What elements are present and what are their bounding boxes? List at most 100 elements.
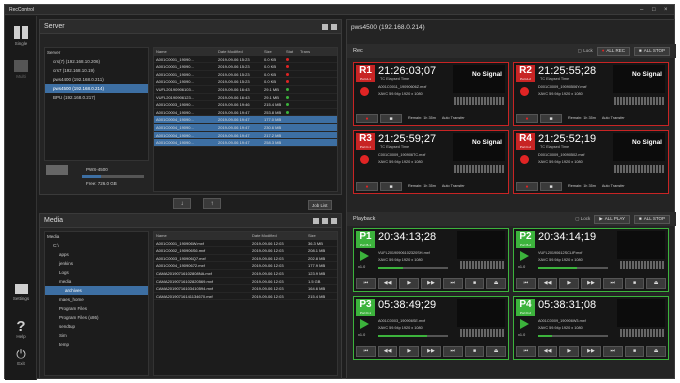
table-row[interactable]: A001C0004_19090... 2019-09-06 19:47 177.0 … <box>154 116 337 124</box>
record-button[interactable] <box>520 155 529 164</box>
new-folder-icon[interactable] <box>313 217 319 224</box>
column-header[interactable]: Name <box>154 232 250 240</box>
elapsed-radio-label[interactable]: Elapsed Time <box>546 77 569 81</box>
table-row[interactable]: A001C0004_19090... 2019-09-06 19:47 217.2 … <box>154 131 337 140</box>
delete-icon[interactable] <box>331 217 337 224</box>
table-row[interactable]: VUFL20190906103... 2019-09-06 16:43 29.1 M… <box>154 86 337 94</box>
prev-button[interactable]: ⏮ <box>356 346 376 357</box>
play-button[interactable]: ▶ <box>559 278 580 289</box>
minimize-icon[interactable]: – <box>640 7 646 13</box>
stop-button[interactable]: ■ <box>624 346 645 357</box>
table-row[interactable]: CAMA20190716103410594.mxf 2019-09-06 12:0… <box>154 285 337 293</box>
all-play-button[interactable]: ▶ ALL PLAY <box>594 214 631 224</box>
delete-icon[interactable] <box>331 23 337 30</box>
nav-multi[interactable]: Multi <box>7 60 35 79</box>
play-button[interactable]: ▶ <box>399 346 420 357</box>
auto-transfer-checkbox[interactable]: Auto Transfer <box>442 116 465 120</box>
table-row[interactable]: A001C0002_190906S6.mxf 2019-09-06 12:03 20… <box>154 247 337 255</box>
record-button[interactable] <box>360 87 369 96</box>
auto-transfer-checkbox[interactable]: Auto Transfer <box>602 184 625 188</box>
rewind-button[interactable]: ◀◀ <box>377 346 398 357</box>
tree-item[interactable]: Program Files (x86) <box>45 313 148 322</box>
nav-help[interactable]: ? Help <box>7 319 35 339</box>
table-row[interactable]: CAMA20190716102808NA.mxf 2019-09-06 12:03… <box>154 270 337 278</box>
column-header[interactable]: Size <box>306 232 336 240</box>
nav-settings[interactable]: Settings <box>7 284 35 301</box>
progress-bar[interactable] <box>538 335 608 337</box>
tree-item[interactable]: media <box>45 277 148 286</box>
table-row[interactable]: A001C0001_19090... 2019-09-06 15:23 0.0 KB <box>154 78 337 86</box>
lock-checkbox[interactable]: ▢ Lock <box>578 48 593 54</box>
elapsed-radio-label[interactable]: Elapsed Time <box>386 77 409 81</box>
stop-button[interactable]: ■ <box>464 346 485 357</box>
prev-button[interactable]: ⏮ <box>516 346 536 357</box>
table-row[interactable]: A001C0001_19090... 2019-09-06 15:23 0.0 KB <box>154 63 337 71</box>
eject-button[interactable]: ⏏ <box>646 278 667 289</box>
table-row[interactable]: A001C0004_19090... 2019-09-06 19:47 253.8 … <box>154 109 337 117</box>
fast-forward-button[interactable]: ▶▶ <box>421 346 441 357</box>
table-row[interactable]: A001C0004_19090... 2019-09-06 19:47 230.6 … <box>154 123 337 132</box>
elapsed-radio-label[interactable]: Elapsed Time <box>386 145 409 149</box>
tree-item[interactable]: Media <box>45 232 148 241</box>
refresh-icon[interactable] <box>322 217 328 224</box>
tree-item[interactable]: Server <box>45 48 148 57</box>
rewind-button[interactable]: ◀◀ <box>537 346 558 357</box>
tree-item[interactable]: crs(7) (192.168.10.206) <box>45 57 148 66</box>
tree-item[interactable]: Program Files <box>45 304 148 313</box>
table-row[interactable]: A001C0001_190906W.mxf 2019-09-06 12:03 36.… <box>154 240 337 248</box>
table-row[interactable]: A001C0004_19090672.mxf 2019-09-06 12:03 17… <box>154 262 337 270</box>
next-button[interactable]: ⏭ <box>602 346 623 357</box>
record-button[interactable] <box>360 155 369 164</box>
progress-bar[interactable] <box>378 267 448 269</box>
rec-button[interactable]: ● <box>356 181 378 191</box>
next-button[interactable]: ⏭ <box>602 278 623 289</box>
table-row[interactable]: A001C0001_19090... 2019-09-06 15:23 0.0 KB <box>154 71 337 79</box>
fast-forward-button[interactable]: ▶▶ <box>581 278 601 289</box>
column-header[interactable]: Date Modified <box>216 48 262 56</box>
lock-checkbox[interactable]: ▢ Lock <box>575 216 590 222</box>
table-row[interactable]: CAMA20190716102820569.mxf 2019-09-06 12:0… <box>154 278 337 286</box>
upload-button[interactable]: ↑ <box>203 198 221 209</box>
rewind-button[interactable]: ◀◀ <box>537 278 558 289</box>
table-row[interactable]: CAMA20190716141134670.mxf 2019-09-06 12:0… <box>154 293 337 301</box>
nav-single[interactable]: Single <box>7 26 35 46</box>
tree-item[interactable]: temp <box>45 340 148 349</box>
table-row[interactable]: A001C0004_19090... 2019-09-06 19:47 258.3 … <box>154 139 337 147</box>
progress-bar[interactable] <box>378 335 448 337</box>
rewind-button[interactable]: ◀◀ <box>377 278 398 289</box>
play-button[interactable]: ▶ <box>399 278 420 289</box>
tree-item[interactable]: pws4400 (192.168.0.211) <box>45 75 148 84</box>
eject-button[interactable]: ⏏ <box>486 346 507 357</box>
progress-bar[interactable] <box>538 267 608 269</box>
column-header[interactable]: Name <box>154 48 216 56</box>
stop-button[interactable]: ■ <box>540 181 562 191</box>
tree-item[interactable]: Sim <box>45 331 148 340</box>
tc-radio-label[interactable]: TC <box>540 145 545 149</box>
eject-button[interactable]: ⏏ <box>646 346 667 357</box>
column-header[interactable]: Trans <box>298 48 312 56</box>
prev-button[interactable]: ⏮ <box>516 278 536 289</box>
tree-item[interactable]: sendtup <box>45 322 148 331</box>
tc-radio-label[interactable]: TC <box>380 145 385 149</box>
table-row[interactable]: A001C0001_19090... 2019-09-06 15:23 0.0 KB <box>154 56 337 64</box>
fast-forward-button[interactable]: ▶▶ <box>581 346 601 357</box>
fast-forward-button[interactable]: ▶▶ <box>421 278 441 289</box>
stop-button[interactable]: ■ <box>464 278 485 289</box>
all-stop-button[interactable]: ■ ALL STOP <box>634 214 670 224</box>
table-row[interactable]: VUFL20190906123... 2019-09-06 16:43 29.1 M… <box>154 94 337 102</box>
stop-button[interactable]: ■ <box>540 113 562 123</box>
tree-item[interactable]: crs7 (192.168.10.19) <box>45 66 148 75</box>
column-header[interactable]: Date Modified <box>250 232 306 240</box>
maximize-icon[interactable]: □ <box>652 7 658 13</box>
job-list-button[interactable]: Job List <box>308 200 332 210</box>
next-button[interactable]: ⏭ <box>442 278 463 289</box>
stop-button[interactable]: ■ <box>624 278 645 289</box>
tc-radio-label[interactable]: TC <box>380 77 385 81</box>
table-row[interactable]: A001C0003_19090... 2019-09-06 19:46 215.4 … <box>154 101 337 109</box>
auto-transfer-checkbox[interactable]: Auto Transfer <box>602 116 625 120</box>
column-header[interactable]: Size <box>262 48 284 56</box>
rec-button[interactable]: ● <box>516 181 538 191</box>
rec-button[interactable]: ● <box>516 113 538 123</box>
nav-exit[interactable]: ⏻ Exit <box>7 348 35 367</box>
tree-item[interactable]: C:\ <box>45 241 148 250</box>
